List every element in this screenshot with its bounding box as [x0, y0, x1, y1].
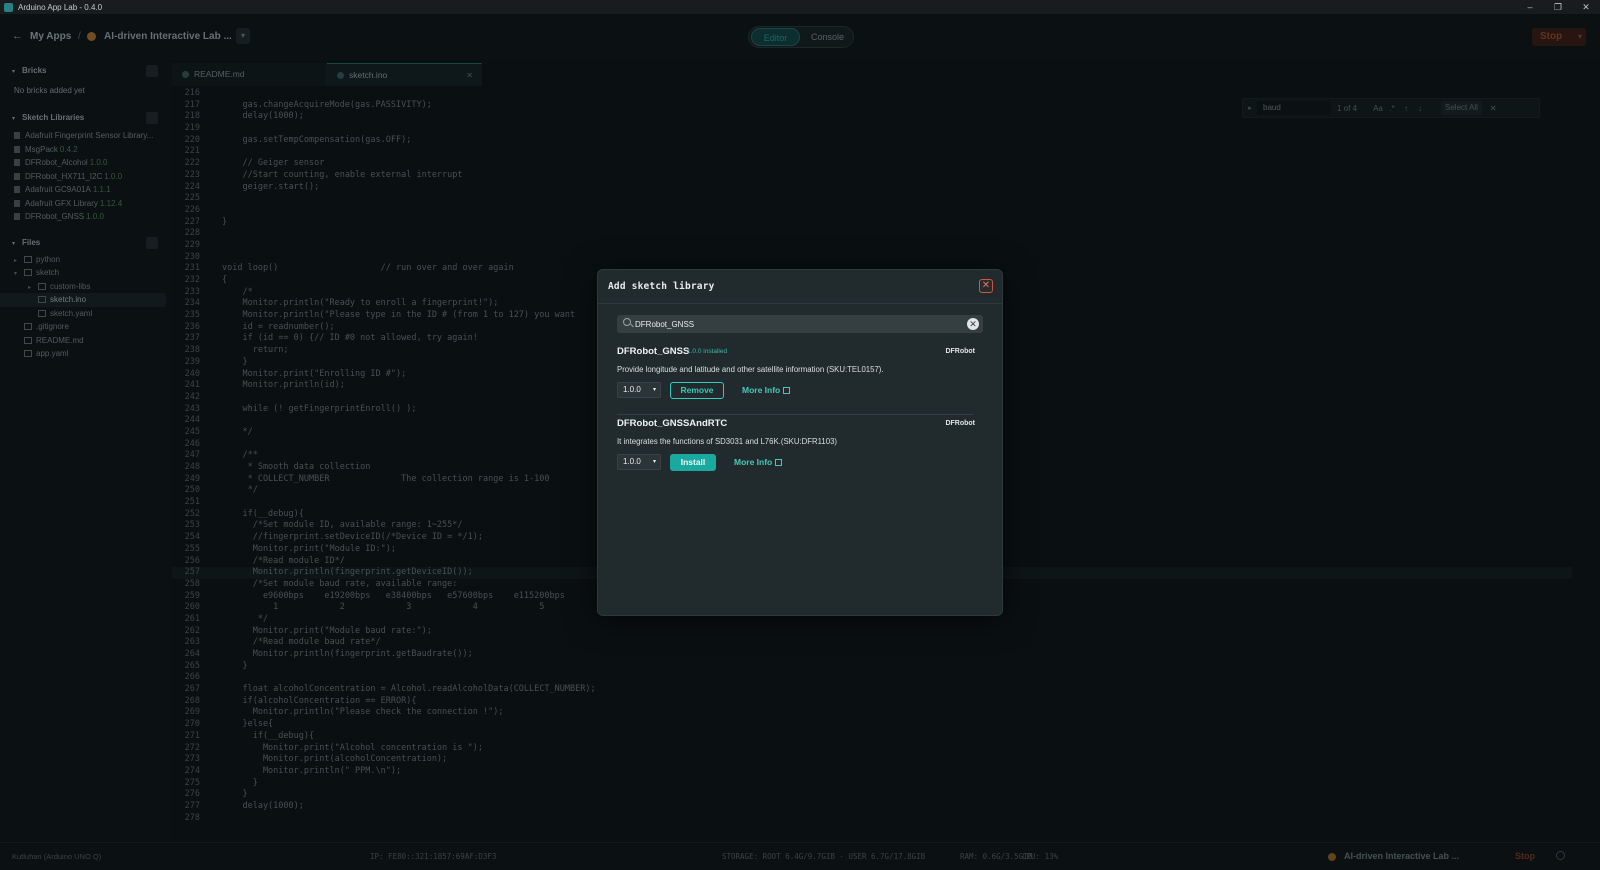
remove-library-button[interactable]: Remove: [670, 382, 724, 399]
library-name: DFRobot_GNSSAndRTC: [617, 418, 728, 429]
library-description: Provide longitude and latitude and other…: [617, 365, 884, 374]
result-divider: [617, 414, 973, 415]
dialog-title: Add sketch library: [608, 281, 715, 292]
library-search-input[interactable]: [635, 315, 955, 333]
version-select[interactable]: 1.0.0 ▾: [617, 454, 661, 470]
more-info-label: More Info: [734, 457, 773, 467]
clear-search-button[interactable]: ✕: [967, 318, 979, 330]
close-dialog-button[interactable]: ✕: [979, 279, 993, 293]
library-search: ✕: [617, 315, 983, 333]
version-value: 1.0.0: [623, 457, 641, 466]
library-author: DFRobot: [945, 348, 975, 355]
more-info-link[interactable]: More Info: [742, 385, 791, 395]
chevron-down-icon: ▾: [652, 459, 656, 465]
chevron-down-icon: ▾: [652, 387, 656, 393]
install-library-button[interactable]: Install: [670, 454, 716, 471]
version-select[interactable]: 1.0.0 ▾: [617, 382, 661, 398]
more-info-link[interactable]: More Info: [734, 457, 783, 467]
library-description: It integrates the functions of SD3031 an…: [617, 437, 838, 446]
external-link-icon: [775, 459, 783, 466]
library-author: DFRobot: [945, 420, 975, 427]
library-name: DFRobot_GNSS: [617, 346, 690, 357]
more-info-label: More Info: [742, 385, 781, 395]
external-link-icon: [783, 387, 791, 394]
dialog-header: Add sketch library ✕: [598, 270, 1002, 304]
version-value: 1.0.0: [623, 385, 641, 394]
add-sketch-library-dialog: Add sketch library ✕ ✕ DFRobot_GNSS 1.0.…: [597, 269, 1003, 616]
search-icon: [623, 318, 631, 326]
installed-badge: 1.0.0 installed: [687, 348, 728, 355]
